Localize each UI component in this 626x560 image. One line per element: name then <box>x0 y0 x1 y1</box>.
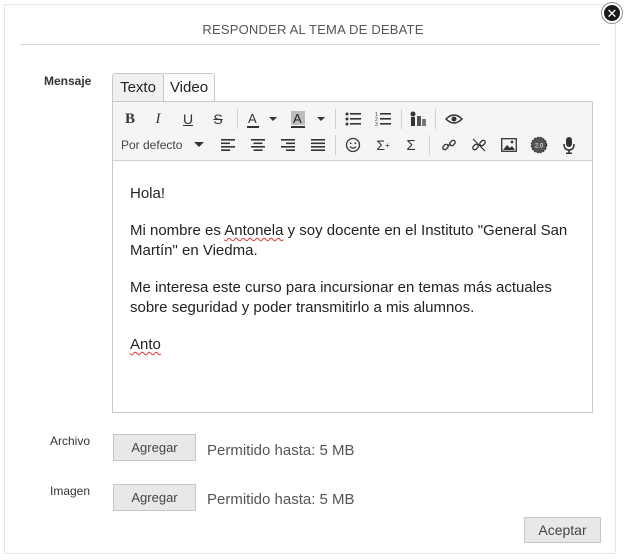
italic-icon[interactable]: I <box>149 108 167 130</box>
bulleted-list-icon[interactable] <box>343 108 363 130</box>
message-content[interactable]: Hola! Mi nombre es Antonela y soy docent… <box>130 184 585 372</box>
strikethrough-icon[interactable]: S <box>209 108 227 130</box>
tab-video[interactable]: Video <box>163 73 215 101</box>
emoji-icon[interactable] <box>343 134 363 156</box>
toolbar-separator <box>401 109 402 129</box>
equation-icon[interactable]: Σ + <box>373 134 393 156</box>
mensaje-label: Mensaje <box>44 74 92 88</box>
sigma-icon[interactable]: Σ <box>401 134 421 156</box>
message-paragraph: Mi nombre es Antonela y soy docente en e… <box>130 221 585 261</box>
justify-icon[interactable] <box>309 134 327 156</box>
numbered-list-icon[interactable]: 123 <box>373 108 393 130</box>
svg-text:3: 3 <box>375 122 378 127</box>
message-paragraph: Me interesa este curso para incursionar … <box>130 279 552 316</box>
toolbar-separator <box>429 135 430 155</box>
message-editor: B I U S A A 123 Por defecto Σ + Σ 2.0 Ho… <box>112 101 593 413</box>
message-signature: Anto <box>130 335 585 355</box>
accessibility-icon[interactable] <box>407 108 429 130</box>
paragraph-format-select[interactable]: Por defecto <box>121 134 205 156</box>
message-paragraph: Hola! <box>130 185 166 202</box>
bold-icon[interactable]: B <box>121 108 139 130</box>
highlight-color-icon[interactable]: A <box>289 108 329 130</box>
toolbar-separator <box>335 135 336 155</box>
svg-text:A: A <box>293 111 302 126</box>
tab-texto[interactable]: Texto <box>112 73 164 101</box>
archivo-label: Archivo <box>50 434 91 448</box>
format-select-value: Por defecto <box>121 138 183 152</box>
imagen-label: Imagen <box>50 484 91 498</box>
dialog-title: RESPONDER AL TEMA DE DEBATE <box>202 22 424 37</box>
media-icon[interactable]: 2.0 <box>529 134 549 156</box>
close-icon[interactable]: ✕ <box>602 3 622 23</box>
svg-text:A: A <box>248 111 257 126</box>
align-left-icon[interactable] <box>219 134 237 156</box>
toolbar-separator <box>435 109 436 129</box>
editor-toolbar: B I U S A A 123 Por defecto Σ + Σ 2.0 <box>113 102 592 161</box>
toolbar-separator <box>237 109 238 129</box>
file-size-hint: Permitido hasta: 5 MB <box>207 442 355 459</box>
message-text: Mi nombre es <box>130 222 225 239</box>
svg-text:2.0: 2.0 <box>535 144 544 150</box>
add-image-button[interactable]: Agregar <box>113 484 196 511</box>
misspelled-word: Anto <box>130 336 161 353</box>
microphone-icon[interactable] <box>559 134 579 156</box>
image-size-hint: Permitido hasta: 5 MB <box>207 491 355 508</box>
font-color-icon[interactable]: A <box>245 108 279 130</box>
unlink-icon[interactable] <box>469 134 489 156</box>
submit-button[interactable]: Aceptar <box>524 517 601 543</box>
misspelled-word: Antonela <box>224 222 284 239</box>
align-center-icon[interactable] <box>249 134 267 156</box>
underline-icon[interactable]: U <box>179 108 197 130</box>
preview-icon[interactable] <box>443 108 465 130</box>
add-file-button[interactable]: Agregar <box>113 434 196 461</box>
toolbar-separator <box>335 109 336 129</box>
image-icon[interactable] <box>499 134 519 156</box>
align-right-icon[interactable] <box>279 134 297 156</box>
title-divider <box>20 44 600 45</box>
link-icon[interactable] <box>439 134 459 156</box>
